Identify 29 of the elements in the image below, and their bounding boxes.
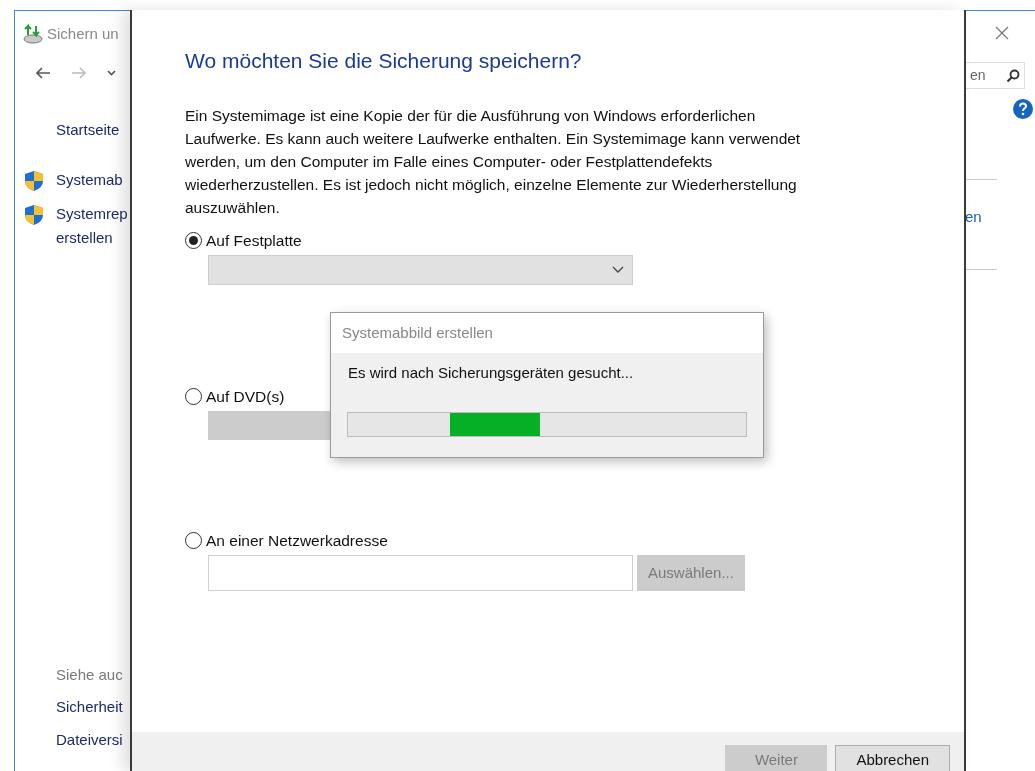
backup-drive-icon xyxy=(22,23,44,46)
sidebar-link[interactable]: Systemab xyxy=(56,167,123,192)
task-link[interactable]: en xyxy=(965,206,982,229)
option-label: An einer Netzwerkadresse xyxy=(206,531,388,551)
chevron-down-icon xyxy=(612,265,624,274)
wizard-heading: Wo möchten Sie die Sicherung speichern? xyxy=(185,48,583,74)
see-also-heading: Siehe auc xyxy=(56,664,124,685)
window-title: Sichern un xyxy=(47,24,119,44)
shield-icon xyxy=(24,169,44,192)
search-icon xyxy=(1006,68,1020,83)
sidebar-link[interactable]: Systemrep erstellen xyxy=(56,201,128,250)
radio-button[interactable] xyxy=(185,532,202,550)
radio-button[interactable] xyxy=(185,387,202,405)
dialog-title: Systemabbild erstellen xyxy=(342,322,493,343)
chevron-down-icon[interactable] xyxy=(107,69,116,76)
progress-message: Es wird nach Sicherungsgeräten gesucht... xyxy=(348,363,635,383)
close-icon[interactable] xyxy=(995,26,1009,40)
see-also-link[interactable]: Dateiversi xyxy=(56,728,131,751)
shield-icon xyxy=(24,203,44,226)
see-also-link[interactable]: Sicherheit xyxy=(56,696,131,719)
wizard-description: Ein Systemimage ist eine Kopie der für die Ausführung von Windows erforderlichen Laufwerke. Es kann auch weitere Laufwerke enthalten. Ein Systemimage kann verwendet werden, um den Computer im Falle eines Computer- oder Festplattendefekts wiederherzustellen. Es ist jedoch nicht möglich, einzelne Elemente zur Wiederherstellung auszuwählen. xyxy=(185,105,802,218)
sidebar-link[interactable]: Startseite xyxy=(56,117,120,142)
wizard-button[interactable]: Abbrechen xyxy=(835,745,950,771)
option-label: Auf DVD(s) xyxy=(206,386,285,407)
option-label: Auf Festplatte xyxy=(206,230,302,251)
help-icon[interactable] xyxy=(1013,99,1033,119)
network-path-field[interactable] xyxy=(208,555,633,592)
back-arrow-icon[interactable] xyxy=(35,65,51,80)
radio-button[interactable] xyxy=(185,231,202,249)
